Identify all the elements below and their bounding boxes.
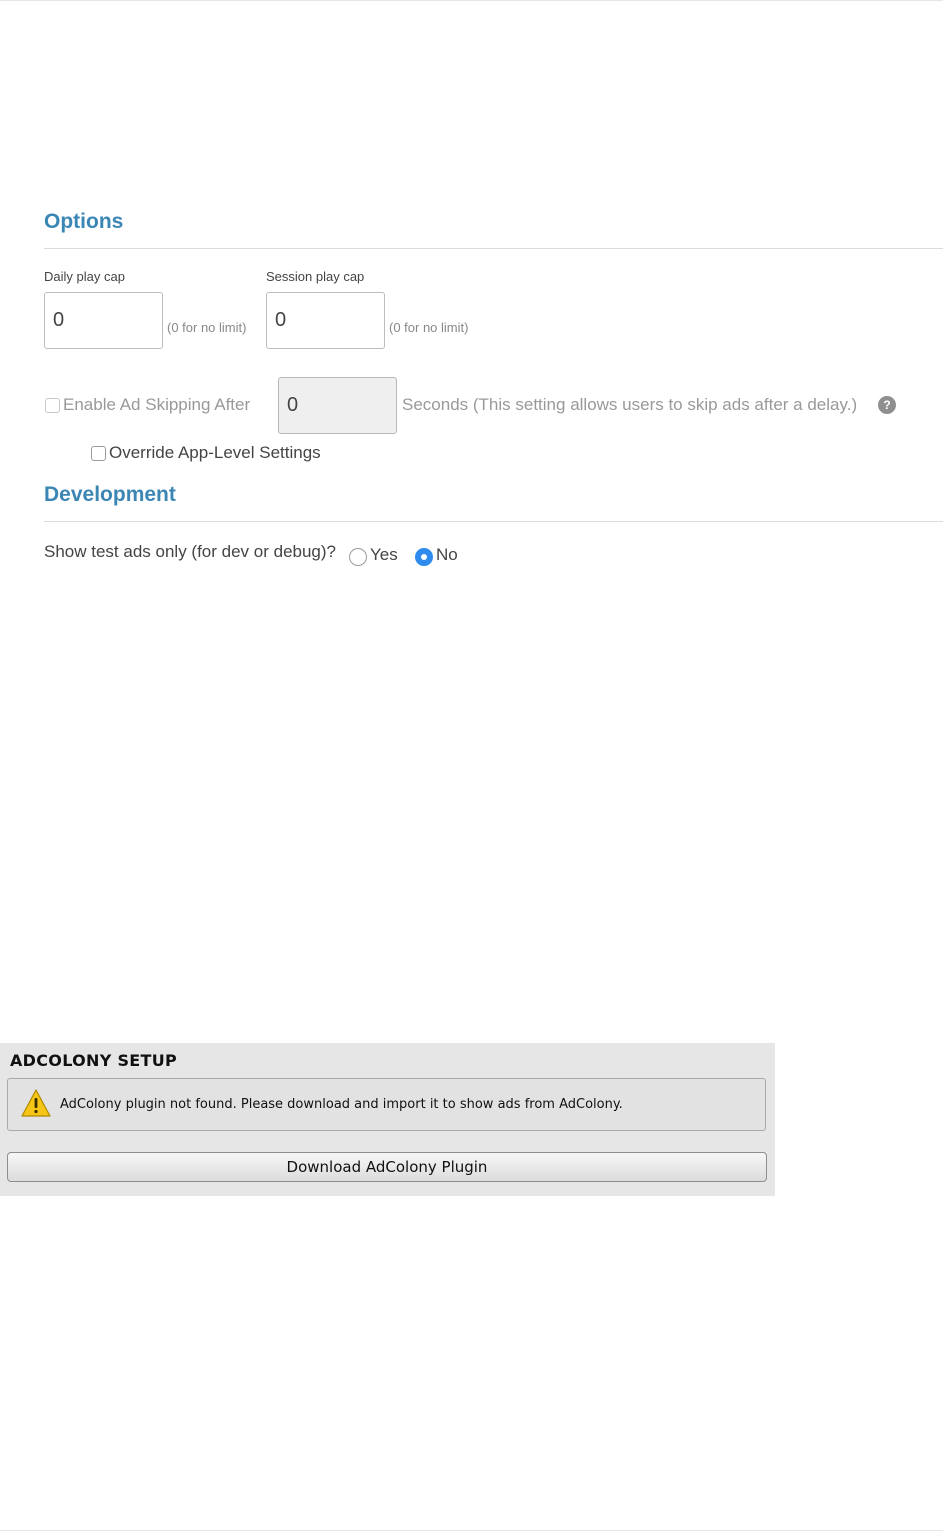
session-play-cap-input[interactable]: [266, 292, 385, 349]
options-section-title: Options: [44, 210, 124, 233]
bottom-divider: [0, 1530, 943, 1531]
override-app-level-checkbox[interactable]: [91, 446, 106, 461]
test-ads-yes-label: Yes: [370, 545, 398, 564]
development-section-title: Development: [44, 483, 176, 506]
test-ads-question: Show test ads only (for dev or debug)?: [44, 542, 336, 561]
daily-play-cap-label: Daily play cap: [44, 269, 125, 284]
session-play-cap-label: Session play cap: [266, 269, 365, 284]
session-play-cap-hint: (0 for no limit): [389, 320, 469, 335]
warning-triangle-icon: [21, 1089, 51, 1117]
enable-ad-skipping-checkbox[interactable]: [45, 398, 60, 413]
daily-play-cap-input[interactable]: [44, 292, 163, 349]
download-adcolony-plugin-button[interactable]: Download AdColony Plugin: [7, 1152, 767, 1182]
test-ads-no-radio[interactable]: [415, 548, 433, 566]
plugin-warning-text: AdColony plugin not found. Please downlo…: [60, 1097, 623, 1112]
plugin-warning-box: AdColony plugin not found. Please downlo…: [7, 1078, 766, 1131]
adcolony-setup-panel: ADCOLONY SETUP AdColony plugin not found…: [0, 1043, 775, 1196]
ad-skipping-seconds-input[interactable]: [278, 377, 397, 434]
development-divider: [44, 521, 943, 522]
help-icon[interactable]: ?: [878, 396, 896, 414]
enable-ad-skipping-label: Enable Ad Skipping After: [63, 395, 251, 414]
test-ads-no-label: No: [436, 545, 458, 564]
options-divider: [44, 248, 943, 249]
adcolony-setup-title: ADCOLONY SETUP: [10, 1051, 178, 1070]
top-divider: [0, 0, 943, 1]
override-app-level-label: Override App-Level Settings: [109, 443, 321, 462]
ad-skipping-description: Seconds (This setting allows users to sk…: [402, 395, 858, 414]
daily-play-cap-hint: (0 for no limit): [167, 320, 247, 335]
test-ads-yes-radio[interactable]: [349, 548, 367, 566]
